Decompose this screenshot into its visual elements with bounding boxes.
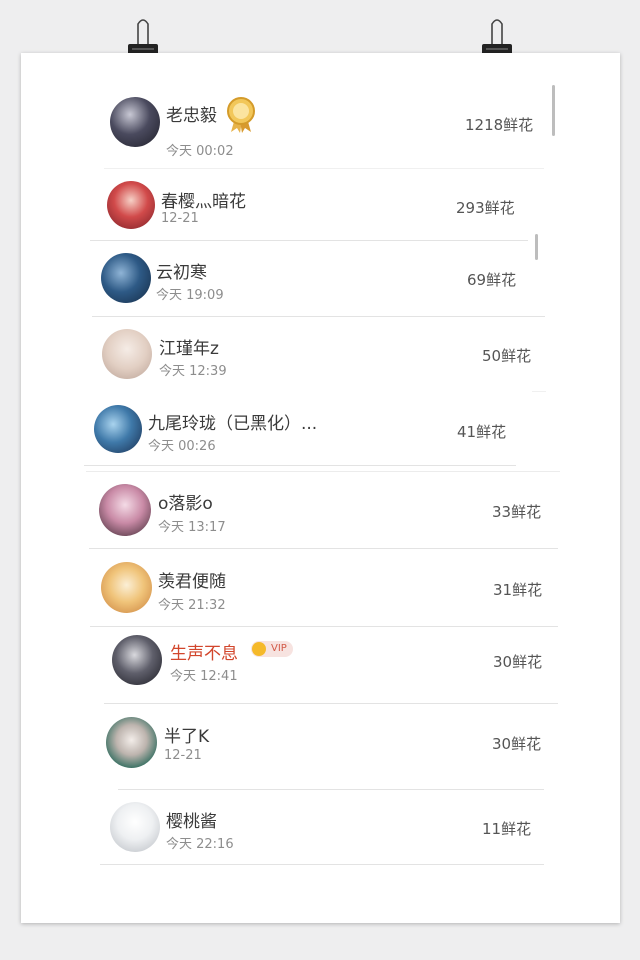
flower-count: 69鲜花	[467, 271, 517, 289]
timestamp: 今天 00:02	[166, 144, 234, 159]
flower-count: 41鲜花	[457, 423, 507, 441]
medal-icon	[227, 97, 255, 133]
flower-count: 293鲜花	[456, 199, 515, 217]
user-name: 江瑾年z	[159, 339, 219, 359]
divider	[92, 316, 545, 317]
user-name: 樱桃酱	[166, 812, 217, 832]
flower-count: 50鲜花	[482, 347, 532, 365]
timestamp: 今天 12:39	[159, 364, 227, 379]
timestamp: 今天 13:17	[158, 520, 226, 535]
timestamp: 12-21	[164, 748, 202, 763]
divider	[86, 471, 560, 472]
avatar	[102, 329, 152, 379]
user-name: 半了K	[164, 727, 210, 747]
timestamp: 今天 22:16	[166, 837, 234, 852]
divider	[84, 465, 516, 466]
divider	[100, 864, 544, 865]
timestamp: 今天 21:32	[158, 598, 226, 613]
user-name: o落影o	[158, 494, 213, 514]
flower-count: 11鲜花	[482, 820, 532, 838]
user-name: 生声不息	[170, 644, 238, 664]
divider	[90, 240, 528, 241]
user-name: 云初寒	[156, 263, 207, 283]
scrollbar[interactable]	[535, 234, 538, 260]
flower-count: 33鲜花	[492, 503, 542, 521]
avatar	[101, 253, 151, 303]
vip-badge: VIP	[251, 641, 293, 657]
scrollbar[interactable]	[552, 85, 555, 136]
avatar	[106, 717, 157, 768]
divider	[104, 703, 558, 704]
avatar	[101, 562, 152, 613]
divider	[118, 789, 544, 790]
user-name: 羡君便随	[158, 572, 226, 592]
clip-wire-icon	[491, 19, 503, 46]
timestamp: 今天 12:41	[170, 669, 238, 684]
user-name: 老忠毅	[166, 106, 217, 126]
avatar	[94, 405, 142, 453]
crown-icon	[252, 642, 266, 656]
user-name: 春樱灬暗花	[161, 192, 246, 212]
divider	[532, 391, 546, 392]
divider	[104, 168, 544, 169]
flower-count: 30鲜花	[493, 653, 543, 671]
avatar	[110, 97, 160, 147]
user-name: 九尾玲珑（已黑化）...	[148, 414, 318, 434]
flower-count: 31鲜花	[493, 581, 543, 599]
flower-count: 30鲜花	[492, 735, 542, 753]
flower-count: 1218鲜花	[465, 116, 534, 134]
avatar	[107, 181, 155, 229]
divider	[90, 626, 558, 627]
clip-wire-icon	[137, 19, 149, 46]
timestamp: 今天 19:09	[156, 288, 224, 303]
divider	[89, 548, 558, 549]
avatar	[99, 484, 151, 536]
avatar	[112, 635, 162, 685]
vip-label: VIP	[271, 643, 287, 654]
timestamp: 今天 00:26	[148, 439, 216, 454]
timestamp: 12-21	[161, 211, 199, 226]
avatar	[110, 802, 160, 852]
